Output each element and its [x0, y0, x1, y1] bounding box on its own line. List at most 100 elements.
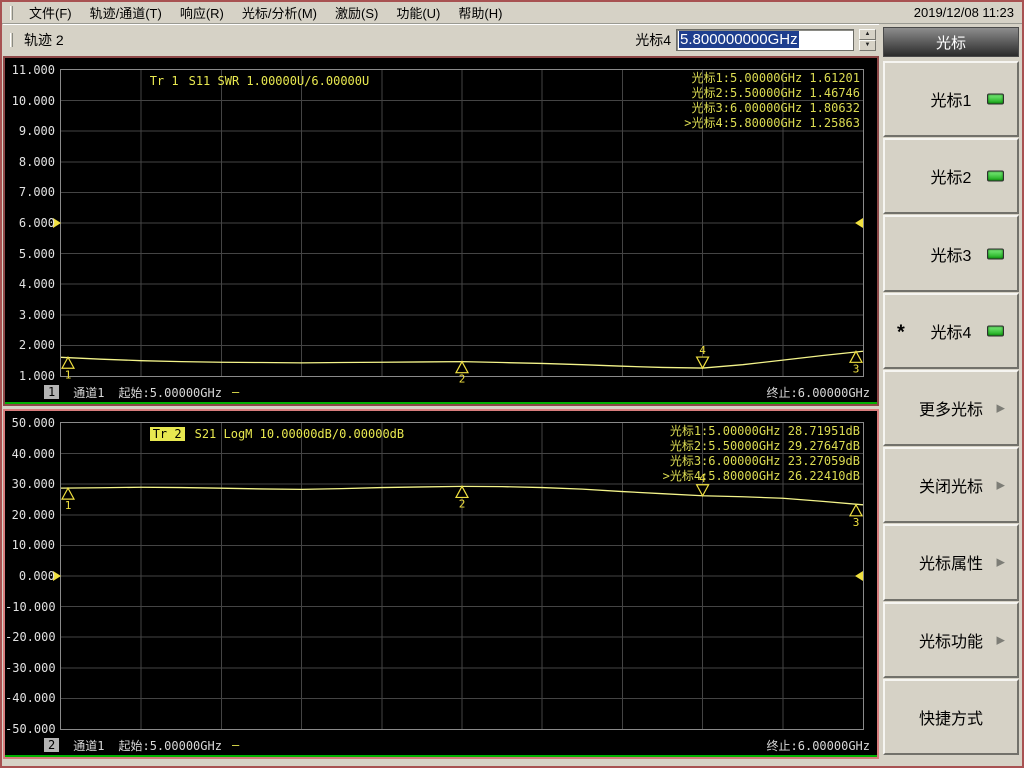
step-up-button[interactable]: ▲	[859, 28, 876, 40]
marker-readout-line: >光标4:5.80000GHz 26.22410dB	[662, 469, 860, 483]
marker-1-symbol[interactable]	[60, 486, 76, 500]
sidebar-button-label: 光标功能	[918, 633, 983, 651]
y-axis-tick-label: 10.000	[11, 538, 55, 553]
marker-readout-line: 光标3:6.00000GHz 1.80632	[691, 101, 861, 115]
y-axis-tick-label: 5.000	[18, 246, 55, 261]
trace-params: S21 LogM 10.00000dB/0.00000dB	[194, 427, 405, 441]
menu-item-2[interactable]: 轨迹/通道(T)	[81, 1, 171, 24]
channel-status-bar: 2 通道1 起始:5.00000GHz — 终止:6.00000GHz	[6, 736, 876, 754]
marker-2-symbol[interactable]	[454, 360, 470, 374]
y-axis-tick-label: 9.000	[18, 124, 55, 139]
sidebar-button-label: 快捷方式	[918, 710, 983, 728]
marker-2-symbol[interactable]	[454, 485, 470, 499]
sidebar-button-label: 光标4	[930, 324, 972, 342]
marker-readout-line: 光标1:5.00000GHz 1.61201	[691, 71, 861, 85]
y-axis-tick-label: -20.000	[5, 630, 56, 645]
marker-readout-line: >光标4:5.80000GHz 1.25863	[684, 116, 860, 130]
sidebar-button-3[interactable]: 光标3	[883, 215, 1019, 292]
marker-on-led-indicator	[987, 93, 1004, 105]
frequency-stepper: ▲ ▼	[859, 28, 876, 51]
y-axis-tick-label: 8.000	[18, 154, 55, 169]
y-axis-tick-label: 3.000	[18, 307, 55, 322]
step-down-button[interactable]: ▼	[859, 39, 876, 51]
marker-frequency-input[interactable]: 5.800000000GHz	[676, 28, 854, 51]
sidebar-title: 光标	[883, 27, 1019, 57]
start-frequency-label: 起始:5.00000GHz	[118, 738, 222, 753]
stop-frequency-label: 终止:6.00000GHz	[766, 385, 870, 400]
trace-color-key: —	[231, 385, 240, 399]
marker-readout-block: 光标1:5.00000GHz 1.61201 光标2:5.50000GHz 1.4…	[684, 71, 860, 131]
reference-level-arrow-right	[855, 571, 863, 581]
marker-frequency-value: 5.800000000GHz	[679, 31, 799, 48]
toolbar-grip	[10, 32, 13, 47]
y-axis-tick-label: 50.000	[11, 416, 55, 430]
toolbar-grip	[10, 5, 13, 20]
active-marker-star: *	[897, 321, 905, 344]
menu-items: 文件(F) 轨迹/通道(T) 响应(R) 光标/分析(M) 激励(S) 功能(U) 帮助(H…	[20, 1, 511, 24]
submenu-arrow-icon: ▶	[996, 402, 1005, 415]
menu-item-6[interactable]: 功能(U)	[387, 1, 449, 24]
chart-window-s21-logm[interactable]: Tr 2 S21 LogM 10.00000dB/0.00000dB 1243 光…	[3, 409, 879, 759]
marker-readout-line: 光标2:5.50000GHz 29.27647dB	[669, 439, 860, 453]
sidebar-button-5[interactable]: 更多光标 ▶	[883, 369, 1019, 447]
sidebar-button-7[interactable]: 光标属性 ▶	[883, 524, 1019, 601]
trace-tag: Tr 1	[149, 74, 179, 88]
start-frequency-label: 起始:5.00000GHz	[118, 385, 222, 400]
sidebar-button-2[interactable]: 光标2	[883, 138, 1019, 215]
submenu-arrow-icon: ▶	[996, 556, 1005, 569]
channel-label: 通道1	[73, 738, 105, 753]
menu-bar: 文件(F) 轨迹/通道(T) 响应(R) 光标/分析(M) 激励(S) 功能(U) 帮助(H…	[2, 2, 1022, 24]
y-axis-tick-label: -30.000	[5, 660, 56, 675]
menu-item-1[interactable]: 文件(F)	[20, 1, 81, 24]
marker-on-led-indicator	[987, 325, 1004, 337]
sidebar-button-8[interactable]: 光标功能 ▶	[883, 601, 1019, 678]
marker-3-number: 3	[853, 362, 860, 375]
menu-item-3[interactable]: 响应(R)	[171, 1, 233, 24]
y-axis-tick-label: 2.000	[18, 338, 55, 353]
menu-item-4[interactable]: 光标/分析(M)	[233, 1, 326, 24]
sweep-indicator-bar	[5, 402, 877, 404]
sidebar-button-1[interactable]: 光标1	[883, 61, 1019, 138]
marker-readout-line: 光标3:6.00000GHz 23.27059dB	[669, 454, 860, 468]
channel-number-badge: 2	[44, 738, 60, 752]
chart-window-s11-swr[interactable]: Tr 1 S11 SWR 1.00000U/6.00000U 1243 光标1:5…	[3, 56, 879, 406]
sidebar-button-label: 关闭光标	[918, 479, 983, 497]
channel-label: 通道1	[73, 385, 105, 400]
sweep-indicator-bar	[5, 755, 877, 757]
chart-column: 轨迹 2 光标4 5.800000000GHz ▲ ▼ Tr 1 S11 SWR…	[2, 24, 880, 768]
charts-stack: Tr 1 S11 SWR 1.00000U/6.00000U 1 2 4 3 光标1:5…	[3, 56, 879, 759]
marker-entry-group: 光标4 5.800000000GHz ▲ ▼	[635, 28, 879, 51]
trace-title: Tr 2 S21 LogM 10.00000dB/0.00000dB	[63, 413, 404, 455]
marker-on-led-indicator	[987, 170, 1004, 182]
clock: 2019/12/08 11:23	[913, 5, 1014, 20]
menu-item-5[interactable]: 激励(S)	[326, 1, 387, 24]
sidebar-button-6[interactable]: 关闭光标 ▶	[883, 447, 1019, 524]
submenu-arrow-icon: ▶	[996, 479, 1005, 492]
y-axis-tick-label: 20.000	[11, 507, 55, 522]
marker-3-symbol[interactable]	[848, 503, 864, 517]
y-axis-tick-label: 30.000	[11, 477, 55, 492]
marker-4-number: 4	[699, 344, 706, 357]
channel-number-badge: 1	[44, 385, 60, 399]
marker-3-number: 3	[853, 516, 860, 529]
y-axis-tick-label: -40.000	[5, 691, 56, 706]
marker-sidebar: 光标 光标1 光标2 光标3 * 光标4 更多光标 ▶ 关闭光标 ▶ 光标属性 ▶ 光标功能 ▶ 快捷方式	[880, 24, 1022, 768]
sidebar-button-label: 光标1	[930, 93, 972, 111]
marker-entry-label: 光标4	[635, 31, 671, 48]
stop-frequency-label: 终止:6.00000GHz	[766, 738, 870, 753]
sidebar-button-label: 光标2	[930, 170, 972, 188]
marker-4-symbol[interactable]	[695, 484, 710, 498]
menu-item-7[interactable]: 帮助(H)	[449, 1, 511, 24]
sidebar-button-label: 光标属性	[918, 556, 983, 574]
sidebar-button-4[interactable]: * 光标4	[883, 292, 1019, 369]
marker-readout-line: 光标2:5.50000GHz 1.46746	[691, 86, 861, 100]
channel-status-bar: 1 通道1 起始:5.00000GHz — 终止:6.00000GHz	[6, 383, 876, 401]
y-axis-tick-label: 0.000	[18, 569, 55, 583]
marker-4-symbol[interactable]	[695, 356, 710, 370]
sidebar-button-label: 光标3	[930, 247, 972, 265]
reference-level-arrow-right	[855, 218, 863, 228]
marker-1-symbol[interactable]	[60, 356, 76, 369]
y-axis-tick-label: 40.000	[11, 446, 55, 461]
marker-readout-line: 光标1:5.00000GHz 28.71951dB	[669, 424, 860, 438]
sidebar-button-9[interactable]: 快捷方式	[883, 678, 1019, 755]
